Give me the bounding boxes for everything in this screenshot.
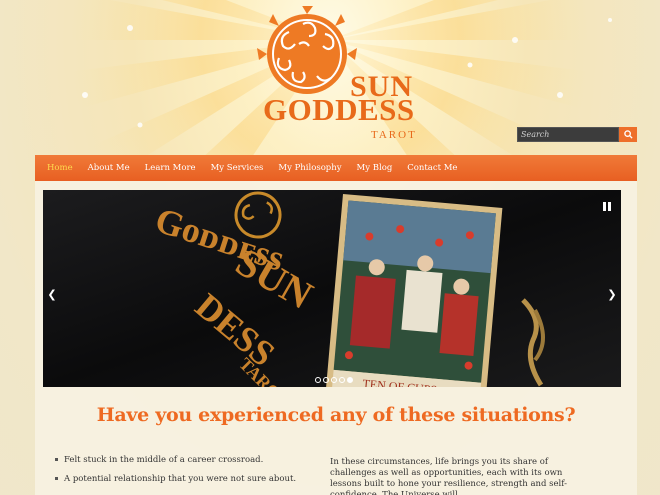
- next-slide-button[interactable]: ❯: [607, 289, 617, 301]
- slider-pagination: [315, 377, 353, 383]
- list-item: Felt stuck in the middle of a career cro…: [55, 455, 305, 465]
- nav-learn-more[interactable]: Learn More: [145, 163, 196, 173]
- pause-icon: [603, 202, 606, 211]
- search-button[interactable]: [619, 127, 637, 142]
- search-input[interactable]: [517, 127, 619, 142]
- slide-dot-active[interactable]: [347, 377, 353, 383]
- section-headline: Have you experienced any of these situat…: [96, 404, 576, 426]
- prev-slide-button[interactable]: ❮: [47, 289, 57, 301]
- intro-paragraph: In these circumstances, life brings you …: [330, 457, 567, 495]
- logo-text-goddess: GODDESS: [263, 92, 415, 127]
- slide-dot[interactable]: [339, 377, 345, 383]
- slide-dot[interactable]: [315, 377, 321, 383]
- search-bar: [517, 127, 637, 142]
- slide-image: Gᴏᴅᴅᴇss SUN DESS TAROT TEN OF CUPS: [43, 190, 621, 387]
- list-item: A potential relationship that you were n…: [55, 474, 305, 484]
- nav-contact-me[interactable]: Contact Me: [407, 163, 457, 173]
- image-slider[interactable]: Gᴏᴅᴅᴇss SUN DESS TAROT TEN OF CUPS ❮ ❯: [43, 190, 621, 387]
- pause-button[interactable]: [601, 202, 613, 214]
- main-nav: Home About Me Learn More My Services My …: [35, 155, 637, 181]
- slide-dot[interactable]: [323, 377, 329, 383]
- nav-my-philosophy[interactable]: My Philosophy: [278, 163, 341, 173]
- slide-dot[interactable]: [331, 377, 337, 383]
- search-icon: [623, 130, 633, 139]
- logo-text-tarot: TAROT: [371, 129, 417, 141]
- site-logo[interactable]: SUN GODDESS TAROT: [255, 4, 425, 146]
- situations-list: Felt stuck in the middle of a career cro…: [55, 455, 305, 493]
- nav-my-blog[interactable]: My Blog: [357, 163, 393, 173]
- nav-my-services[interactable]: My Services: [211, 163, 264, 173]
- nav-about-me[interactable]: About Me: [88, 163, 130, 173]
- nav-home[interactable]: Home: [47, 163, 73, 173]
